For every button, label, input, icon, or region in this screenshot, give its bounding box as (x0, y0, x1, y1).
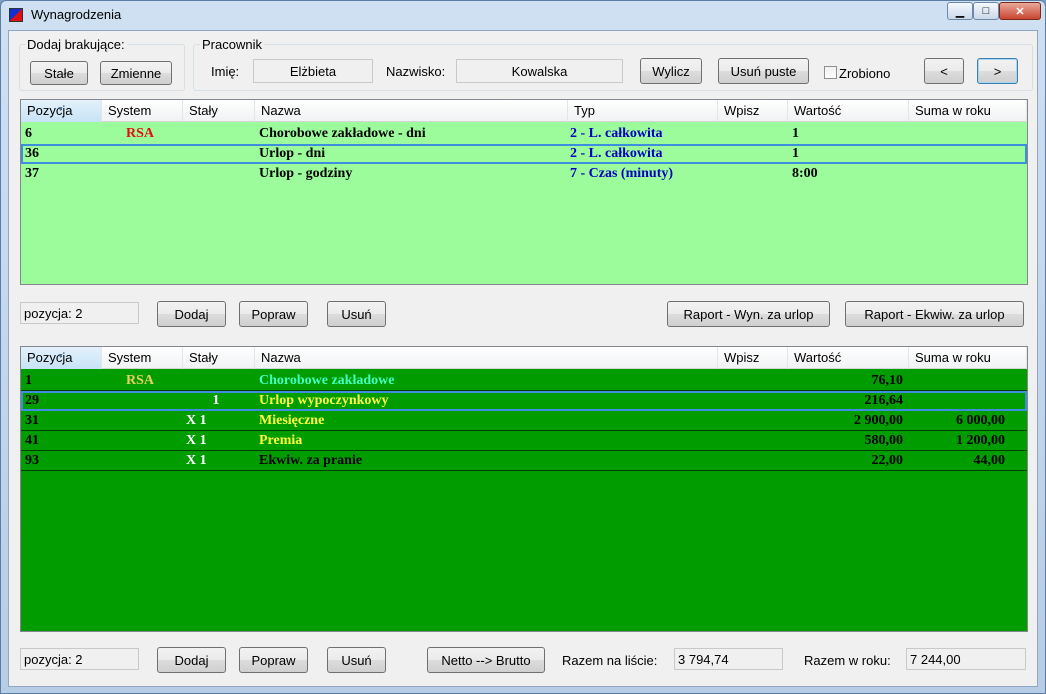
column-header-pozycja[interactable]: ▼ Pozycja (21, 100, 102, 122)
first-name-label: Imię: (211, 64, 240, 79)
last-name-label: Nazwisko: (386, 64, 446, 79)
absence-grid[interactable]: ▼ Pozycja System Stały Nazwa Typ Wpisz Wa… (20, 99, 1028, 285)
done-checkbox[interactable] (824, 66, 837, 79)
sort-arrow-icon: ▼ (57, 353, 64, 360)
column-header-system[interactable]: System (102, 100, 183, 122)
report-vacation-equivalent-button[interactable]: Raport - Ekwiw. za urlop (845, 301, 1024, 327)
add-missing-label: Dodaj brakujące: (25, 37, 127, 52)
minimize-icon: ▁ (955, 5, 965, 18)
column-header-pozycja[interactable]: ▼ Pozycja (21, 347, 102, 369)
column-header-typ[interactable]: Typ (568, 100, 718, 122)
table-row-selected[interactable]: 36 Urlop - dni 2 - L. całkowita 1 (21, 144, 1027, 164)
column-header-wpisz[interactable]: Wpisz (718, 347, 788, 369)
bottom-add-button[interactable]: Dodaj (157, 647, 226, 673)
calculate-button[interactable]: Wylicz (640, 58, 702, 84)
done-label: Zrobiono (839, 66, 891, 81)
employee-group-label: Pracownik (200, 37, 264, 52)
table-row[interactable]: 1 RSA Chorobowe zakładowe 76,10 (21, 371, 1027, 391)
top-add-button[interactable]: Dodaj (157, 301, 226, 327)
close-button[interactable]: ✕ (999, 2, 1041, 20)
salary-grid-body: 1 RSA Chorobowe zakładowe 76,10 29 1 Url… (21, 369, 1027, 631)
bottom-position-field: pozycja: 2 (20, 648, 139, 670)
delete-empty-button[interactable]: Usuń puste (718, 58, 809, 84)
column-header-suma[interactable]: Suma w roku (909, 100, 1027, 122)
report-vacation-pay-button[interactable]: Raport - Wyn. za urlop (667, 301, 830, 327)
table-row[interactable]: 6 RSA Chorobowe zakładowe - dni 2 - L. c… (21, 124, 1027, 144)
column-header-nazwa[interactable]: Nazwa (255, 100, 568, 122)
column-header-system[interactable]: System (102, 347, 183, 369)
column-header-staly[interactable]: Stały (183, 100, 255, 122)
main-window: Wynagrodzenia ▁ □ ✕ Dodaj brakujące: Sta… (0, 0, 1046, 694)
top-edit-button[interactable]: Popraw (239, 301, 308, 327)
top-delete-button[interactable]: Usuń (327, 301, 386, 327)
absence-grid-body: 6 RSA Chorobowe zakładowe - dni 2 - L. c… (21, 122, 1027, 284)
column-header-suma[interactable]: Suma w roku (909, 347, 1027, 369)
table-row-selected[interactable]: 29 1 Urlop wypoczynkowy 216,64 (21, 391, 1027, 411)
client-area: Dodaj brakujące: Stałe Zmienne Pracownik… (8, 30, 1038, 687)
column-header-nazwa[interactable]: Nazwa (255, 347, 718, 369)
salary-grid-header: ▼ Pozycja System Stały Nazwa Wpisz Wartoś… (21, 347, 1027, 369)
salary-grid[interactable]: ▼ Pozycja System Stały Nazwa Wpisz Wartoś… (20, 346, 1028, 632)
maximize-button[interactable]: □ (973, 2, 999, 20)
column-header-wartosc[interactable]: Wartość (788, 100, 909, 122)
column-header-staly[interactable]: Stały (183, 347, 255, 369)
title-bar[interactable]: Wynagrodzenia ▁ □ ✕ (1, 1, 1045, 29)
app-icon (9, 8, 23, 22)
column-header-wartosc[interactable]: Wartość (788, 347, 909, 369)
add-variable-button[interactable]: Zmienne (100, 61, 172, 85)
table-row[interactable]: 37 Urlop - godziny 7 - Czas (minuty) 8:0… (21, 164, 1027, 184)
maximize-icon: □ (982, 5, 990, 17)
prev-employee-button[interactable]: < (924, 58, 964, 84)
table-row[interactable]: 41 X 1 Premia 580,00 1 200,00 (21, 431, 1027, 451)
bottom-delete-button[interactable]: Usuń (327, 647, 386, 673)
close-icon: ✕ (1015, 5, 1025, 18)
column-header-wpisz[interactable]: Wpisz (718, 100, 788, 122)
list-total-field: 3 794,74 (674, 648, 783, 670)
absence-grid-header: ▼ Pozycja System Stały Nazwa Typ Wpisz Wa… (21, 100, 1027, 122)
sort-arrow-icon: ▼ (57, 106, 64, 113)
minimize-button[interactable]: ▁ (947, 2, 973, 20)
net-to-gross-button[interactable]: Netto --> Brutto (427, 647, 545, 673)
table-row[interactable]: 31 X 1 Miesięczne 2 900,00 6 000,00 (21, 411, 1027, 431)
year-total-label: Razem w roku: (804, 653, 891, 668)
window-title: Wynagrodzenia (31, 7, 122, 22)
top-position-field: pozycja: 2 (20, 302, 139, 324)
table-row[interactable]: 93 X 1 Ekwiw. za pranie 22,00 44,00 (21, 451, 1027, 471)
add-fixed-button[interactable]: Stałe (30, 61, 88, 85)
first-name-field[interactable]: Elżbieta (253, 59, 373, 83)
last-name-field[interactable]: Kowalska (456, 59, 623, 83)
next-employee-button[interactable]: > (977, 58, 1018, 84)
bottom-edit-button[interactable]: Popraw (239, 647, 308, 673)
list-total-label: Razem na liście: (562, 653, 658, 668)
year-total-field: 7 244,00 (906, 648, 1026, 670)
